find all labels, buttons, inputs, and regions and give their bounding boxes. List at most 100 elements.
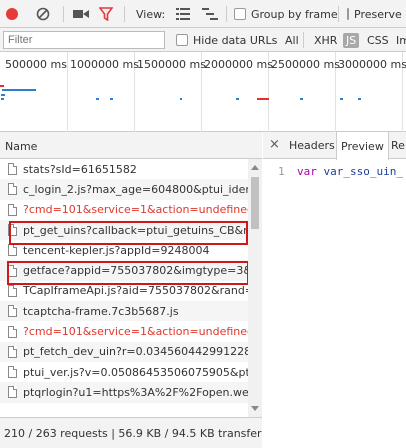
detail-tabs: × Headers Preview Re xyxy=(263,132,406,160)
timeline-tick-label: 1500000 ms xyxy=(137,58,206,71)
request-row[interactable]: tcaptcha-frame.7c3b5687.js xyxy=(0,301,248,322)
large-rows-toggle[interactable] xyxy=(176,0,190,28)
group-by-frame-checkbox[interactable] xyxy=(234,8,246,20)
timeline-tick-label: 3000000 ms xyxy=(338,58,406,71)
timeline-tick-label: 500000 ms xyxy=(5,58,67,71)
scroll-up-arrow-icon[interactable] xyxy=(251,165,259,170)
request-name: tcaptcha-frame.7c3b5687.js xyxy=(23,304,179,318)
waterfall-bar xyxy=(257,98,269,100)
tab-preview[interactable]: Preview xyxy=(336,132,389,160)
group-by-frame-label: Group by frame xyxy=(251,7,338,21)
type-filter-all[interactable]: All xyxy=(285,28,299,52)
type-filter-js-label: JS xyxy=(343,32,360,48)
hide-data-urls-toggle[interactable]: Hide data URLs xyxy=(176,28,277,52)
request-row[interactable]: TCapIframeApi.js?aid=755037802&rand=0 xyxy=(0,281,248,301)
type-filter-xhr[interactable]: XHR xyxy=(314,28,337,52)
file-icon xyxy=(8,203,17,216)
video-camera-icon xyxy=(73,10,89,18)
type-filter-img[interactable]: Img xyxy=(396,28,406,52)
request-name: getface?appid=755037802&imgtype=3&e xyxy=(23,264,248,278)
toolbar-divider xyxy=(338,6,339,22)
view-label: View: xyxy=(136,7,166,21)
waterfall-bar xyxy=(0,85,4,87)
record-button[interactable] xyxy=(6,0,18,28)
request-row[interactable]: ?cmd=101&service=1&action=undefined. xyxy=(0,321,248,341)
file-icon xyxy=(8,183,17,196)
devtools-toolbar: View: Group by frame Preserve log xyxy=(0,0,406,28)
preview-code[interactable]: 1 var var_sso_uin_ xyxy=(263,159,406,448)
preserve-log-toggle[interactable]: Preserve log xyxy=(347,0,406,28)
file-icon xyxy=(8,345,17,358)
code-line: var var_sso_uin_ xyxy=(297,165,403,178)
filter-input[interactable] xyxy=(3,31,165,49)
timeline-tick-label: 1000000 ms xyxy=(70,58,139,71)
request-name: c_login_2.js?max_age=604800&ptui_identi xyxy=(23,182,248,196)
hide-data-urls-checkbox[interactable] xyxy=(176,34,188,46)
file-icon xyxy=(8,284,17,297)
timeline-tick-label: 2500000 ms xyxy=(271,58,340,71)
scroll-down-arrow-icon[interactable] xyxy=(251,406,259,411)
network-status-bar: 210 / 263 requests | 56.9 KB / 94.5 KB t… xyxy=(0,417,262,448)
code-identifier: var_sso_uin_ xyxy=(323,165,403,178)
line-number: 1 xyxy=(278,165,285,178)
request-name: TCapIframeApi.js?aid=755037802&rand=0 xyxy=(23,284,248,298)
scroll-thumb[interactable] xyxy=(251,177,259,229)
request-row[interactable]: ptui_ver.js?v=0.05086453506075905&ptui xyxy=(0,362,248,382)
file-icon xyxy=(8,366,17,379)
request-row[interactable]: ptqrlogin?u1=https%3A%2F%2Fopen.weix xyxy=(0,382,248,403)
hide-data-urls-label: Hide data URLs xyxy=(193,33,278,47)
file-icon xyxy=(8,224,17,237)
overview-toggle[interactable] xyxy=(202,0,218,28)
type-filter-js[interactable]: JS xyxy=(343,28,360,52)
waterfall-bar xyxy=(180,98,182,100)
filter-toggle-button[interactable] xyxy=(99,0,113,28)
timeline-overview[interactable]: 500000 ms 1000000 ms 1500000 ms 2000000 … xyxy=(0,52,406,132)
preserve-log-label: Preserve log xyxy=(354,7,406,21)
request-name: pt_get_uins?callback=ptui_getuins_CB&r= xyxy=(23,223,248,237)
request-row[interactable]: getface?appid=755037802&imgtype=3&e xyxy=(0,260,248,281)
request-row[interactable]: pt_get_uins?callback=ptui_getuins_CB&r= xyxy=(0,219,248,241)
request-row[interactable]: stats?sId=61651582 xyxy=(0,159,248,179)
request-row[interactable]: ?cmd=101&service=1&action=undefined. xyxy=(0,200,248,220)
list-view-icon xyxy=(176,8,190,20)
preserve-log-checkbox[interactable] xyxy=(347,8,349,20)
capture-screenshots-button[interactable] xyxy=(73,0,89,28)
request-name: tencent-kepler.js?appId=9248004 xyxy=(23,243,210,257)
request-list: stats?sId=61651582 c_login_2.js?max_age=6… xyxy=(0,159,248,417)
request-list-pane: Name stats?sId=61651582 c_login_2.js?max_… xyxy=(0,132,262,448)
request-row[interactable]: tencent-kepler.js?appId=9248004 xyxy=(0,240,248,260)
toolbar-divider xyxy=(226,6,227,22)
request-list-scrollbar[interactable] xyxy=(248,159,262,417)
tab-headers[interactable]: Headers xyxy=(285,132,339,159)
timeline-gridline xyxy=(67,52,68,132)
clear-button[interactable] xyxy=(36,0,50,28)
request-row[interactable]: c_login_2.js?max_age=604800&ptui_identi xyxy=(0,179,248,200)
close-detail-icon[interactable]: × xyxy=(269,137,280,152)
tab-response[interactable]: Re xyxy=(387,132,406,159)
request-name: pt_fetch_dev_uin?r=0.03456044299122873 xyxy=(23,345,248,359)
file-icon xyxy=(8,264,17,277)
file-icon xyxy=(8,325,17,338)
waterfall-bar xyxy=(2,89,36,91)
type-filter-css[interactable]: CSS xyxy=(367,28,389,52)
filter-divider xyxy=(303,32,304,48)
waterfall-bar xyxy=(1,98,4,100)
waterfall-bar xyxy=(358,98,361,100)
waterfall-view-icon xyxy=(202,8,218,20)
name-column-header[interactable]: Name xyxy=(0,132,262,159)
waterfall-bar xyxy=(96,98,99,100)
toolbar-divider xyxy=(124,6,125,22)
clear-icon xyxy=(36,7,50,21)
request-name: ?cmd=101&service=1&action=undefined. xyxy=(23,203,248,217)
file-icon xyxy=(8,305,17,318)
request-row[interactable]: pt_fetch_dev_uin?r=0.03456044299122873 xyxy=(0,341,248,362)
toolbar-divider xyxy=(63,6,64,22)
file-icon xyxy=(8,244,17,257)
code-keyword: var xyxy=(297,165,317,178)
filter-funnel-icon xyxy=(99,7,113,21)
request-detail-pane: × Headers Preview Re 1 var var_sso_uin_ xyxy=(263,132,406,448)
waterfall-bar xyxy=(1,94,5,96)
file-icon xyxy=(8,163,17,176)
request-name: stats?sId=61651582 xyxy=(23,162,137,176)
group-by-frame-toggle[interactable]: Group by frame xyxy=(234,0,338,28)
